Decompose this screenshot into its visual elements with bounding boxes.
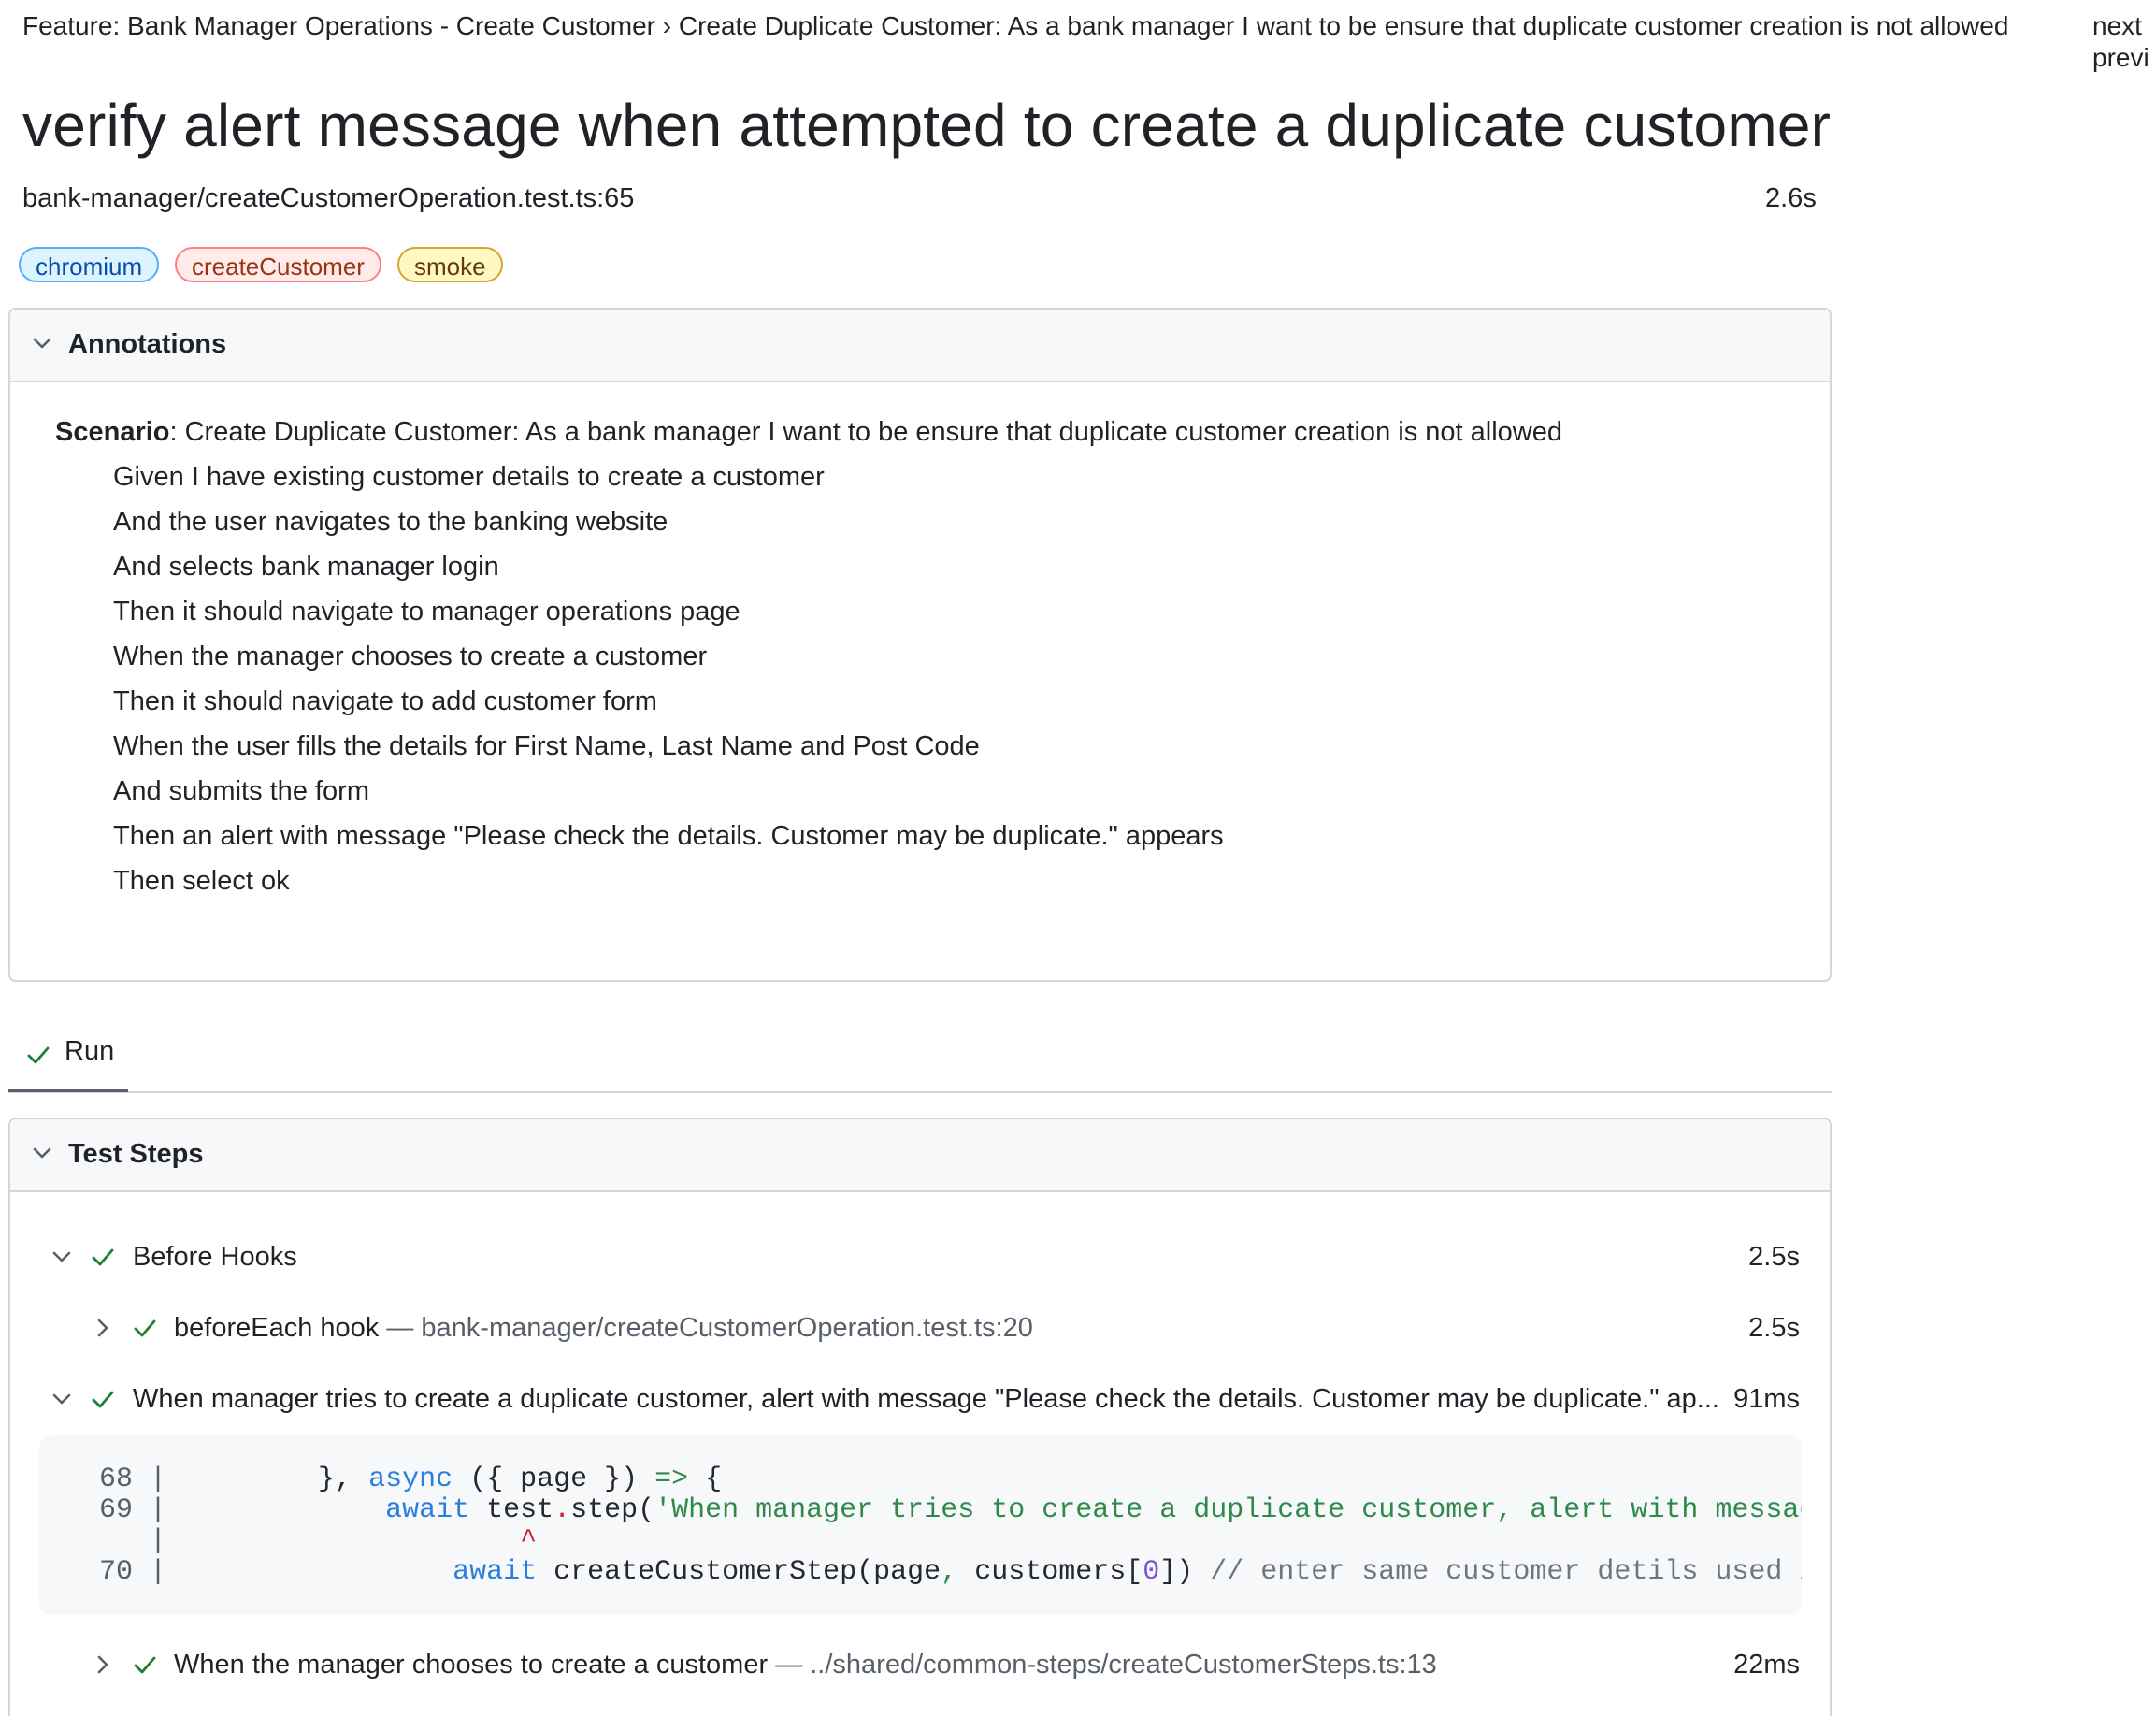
code-line-68: 68 | }, async ({ page }) => {: [99, 1464, 723, 1495]
annotations-header[interactable]: Annotations: [10, 310, 1830, 382]
tag-smoke[interactable]: smoke: [397, 247, 503, 282]
test-steps-panel: Test Steps: [8, 1118, 1832, 1716]
code-line-70: 70 | await createCustomerStep(page, cust…: [99, 1556, 1802, 1588]
check-icon: [90, 1244, 116, 1270]
scenario-text: : Create Duplicate Customer: As a bank m…: [169, 417, 1562, 447]
check-icon: [132, 1651, 158, 1678]
step-location: — ../shared/common-steps/createCustomerS…: [775, 1650, 1437, 1680]
page-title: verify alert message when attempted to c…: [22, 92, 1832, 159]
scenario-step: Given I have existing customer details t…: [113, 462, 825, 492]
step-duration: 2.5s: [1748, 1313, 1800, 1343]
chevron-down-icon[interactable]: [49, 1386, 75, 1412]
code-line-69: 69 | await test.step('When manager tries…: [99, 1494, 1802, 1526]
breadcrumb[interactable]: Feature: Bank Manager Operations - Creat…: [22, 9, 2008, 43]
chevron-down-icon[interactable]: [29, 1140, 55, 1166]
scenario-step: And submits the form: [113, 776, 369, 806]
scenario-step: When the user fills the details for Firs…: [113, 731, 980, 761]
chevron-right-icon[interactable]: [90, 1651, 116, 1678]
tab-divider: [8, 1091, 1832, 1093]
scenario-step: Then select ok: [113, 866, 290, 896]
tab-run[interactable]: Run: [8, 1029, 128, 1092]
annotations-heading: Annotations: [68, 329, 227, 359]
scenario-step: And selects bank manager login: [113, 552, 499, 582]
chevron-down-icon[interactable]: [49, 1244, 75, 1270]
step-duration: 2.5s: [1748, 1242, 1800, 1272]
check-icon: [25, 1042, 51, 1068]
step-before-hooks[interactable]: Before Hooks: [133, 1239, 297, 1275]
scenario-step: Then it should navigate to add customer …: [113, 686, 657, 716]
scenario-line: Scenario: Create Duplicate Customer: As …: [55, 414, 1562, 450]
scenario-step: Then an alert with message "Please check…: [113, 821, 1224, 851]
chevron-down-icon[interactable]: [29, 330, 55, 356]
check-icon: [132, 1315, 158, 1341]
scenario-label: Scenario: [55, 417, 170, 447]
test-file-location: bank-manager/createCustomerOperation.tes…: [22, 183, 635, 213]
step-duplicate-customer[interactable]: When manager tries to create a duplicate…: [133, 1381, 1719, 1417]
step-duration: 22ms: [1733, 1650, 1800, 1680]
tab-run-underline: [8, 1089, 128, 1092]
scenario-step: When the manager chooses to create a cus…: [113, 642, 708, 671]
step-label: When the manager chooses to create a cus…: [174, 1650, 769, 1680]
step-label: beforeEach hook: [174, 1313, 380, 1343]
annotations-panel: Annotations Scenario: Create Duplicate C…: [8, 308, 1832, 982]
previous-link[interactable]: previ: [2092, 41, 2149, 75]
chevron-right-icon[interactable]: [90, 1315, 116, 1341]
code-snippet: 68 | }, async ({ page }) => { 69 | await…: [39, 1435, 1802, 1615]
test-duration: 2.6s: [1765, 183, 1817, 213]
step-before-each-hook[interactable]: beforeEach hook — bank-manager/createCus…: [174, 1310, 1033, 1346]
scenario-step: Then it should navigate to manager opera…: [113, 597, 740, 627]
step-duration: 91ms: [1733, 1384, 1800, 1414]
next-link[interactable]: next: [2092, 9, 2142, 43]
tab-run-label: Run: [65, 1036, 115, 1066]
tag-createCustomer[interactable]: createCustomer: [175, 247, 381, 282]
step-location: — bank-manager/createCustomerOperation.t…: [386, 1313, 1033, 1343]
check-icon: [90, 1386, 116, 1412]
code-caret-line: | ^: [99, 1525, 538, 1557]
scenario-step: And the user navigates to the banking we…: [113, 507, 668, 537]
tag-chromium[interactable]: chromium: [19, 247, 160, 282]
step-create-customer[interactable]: When the manager chooses to create a cus…: [174, 1647, 1437, 1682]
test-steps-header[interactable]: Test Steps: [10, 1119, 1830, 1192]
test-steps-heading: Test Steps: [68, 1139, 204, 1169]
